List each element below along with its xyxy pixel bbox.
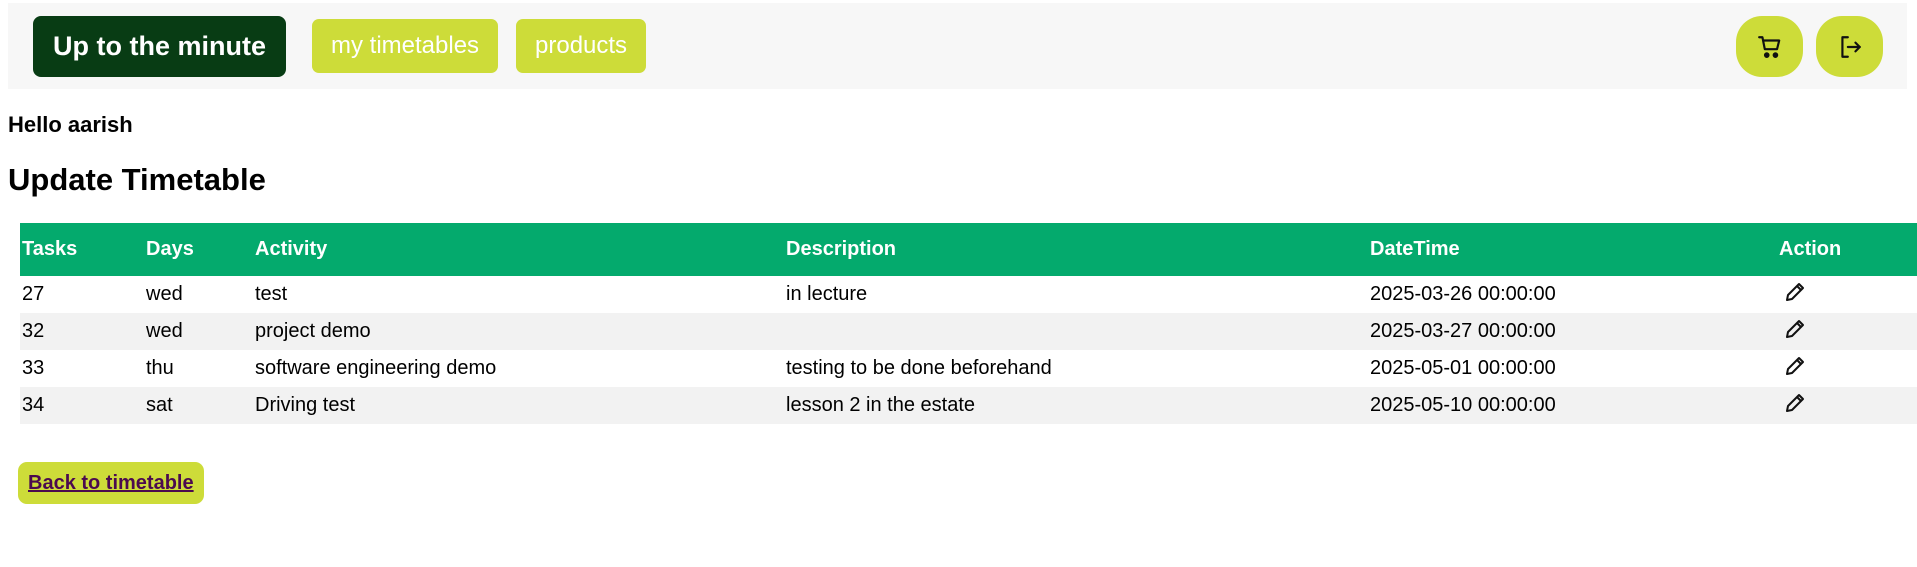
pencil-icon[interactable] <box>1783 354 1807 384</box>
nav-my-timetables[interactable]: my timetables <box>312 19 499 73</box>
action-cell <box>1777 350 1917 387</box>
column-header-tasks: Tasks <box>22 238 78 260</box>
brand-button[interactable]: Up to the minute <box>33 16 286 77</box>
nav-products[interactable]: products <box>516 19 647 73</box>
datetime-cell: 2025-05-01 00:00:00 <box>1370 357 1556 379</box>
column-header-description: Description <box>786 238 897 260</box>
action-cell <box>1777 276 1917 313</box>
table-row: 32 wed project demo 2025-03-27 00:00:00 <box>20 313 1917 350</box>
activity-cell: test <box>255 283 288 305</box>
cart-icon <box>1757 35 1780 58</box>
back-to-timetable-link[interactable]: Back to timetable <box>28 472 194 495</box>
column-header-activity: Activity <box>255 238 328 260</box>
description-cell: lesson 2 in the estate <box>786 394 976 416</box>
task-cell: 32 <box>22 320 45 342</box>
logout-icon <box>1840 35 1861 58</box>
pencil-icon[interactable] <box>1783 317 1807 347</box>
greeting-text: Hello aarish <box>8 112 133 137</box>
activity-cell: software engineering demo <box>255 357 497 379</box>
description-cell <box>784 313 1368 350</box>
logout-button[interactable] <box>1816 16 1883 77</box>
column-header-datetime: DateTime <box>1370 238 1460 260</box>
page-title: Update Timetable <box>8 162 266 197</box>
task-cell: 34 <box>22 394 45 416</box>
cart-button[interactable] <box>1736 16 1803 77</box>
table-header-row: Tasks Days Activity Description DateTime… <box>20 223 1917 276</box>
task-cell: 33 <box>22 357 45 379</box>
timetable-table: Tasks Days Activity Description DateTime… <box>20 223 1917 424</box>
day-cell: wed <box>146 320 183 342</box>
description-cell: testing to be done beforehand <box>786 357 1052 379</box>
column-header-days: Days <box>146 238 194 260</box>
action-cell <box>1777 387 1917 424</box>
action-cell <box>1777 313 1917 350</box>
datetime-cell: 2025-05-10 00:00:00 <box>1370 394 1556 416</box>
table-row: 33 thu software engineering demo testing… <box>20 350 1917 387</box>
pencil-icon[interactable] <box>1783 280 1807 310</box>
navbar: Up to the minute my timetables products <box>8 3 1907 89</box>
column-header-action: Action <box>1779 238 1842 260</box>
day-cell: wed <box>146 283 183 305</box>
table-row: 27 wed test in lecture 2025-03-26 00:00:… <box>20 276 1917 313</box>
activity-cell: Driving test <box>255 394 356 416</box>
table-row: 34 sat Driving test lesson 2 in the esta… <box>20 387 1917 424</box>
activity-cell: project demo <box>255 320 371 342</box>
description-cell: in lecture <box>786 283 868 305</box>
pencil-icon[interactable] <box>1783 391 1807 421</box>
day-cell: sat <box>146 394 173 416</box>
day-cell: thu <box>146 357 174 379</box>
task-cell: 27 <box>22 283 45 305</box>
datetime-cell: 2025-03-27 00:00:00 <box>1370 320 1556 342</box>
back-to-timetable-button: Back to timetable <box>18 462 204 504</box>
datetime-cell: 2025-03-26 00:00:00 <box>1370 283 1556 305</box>
